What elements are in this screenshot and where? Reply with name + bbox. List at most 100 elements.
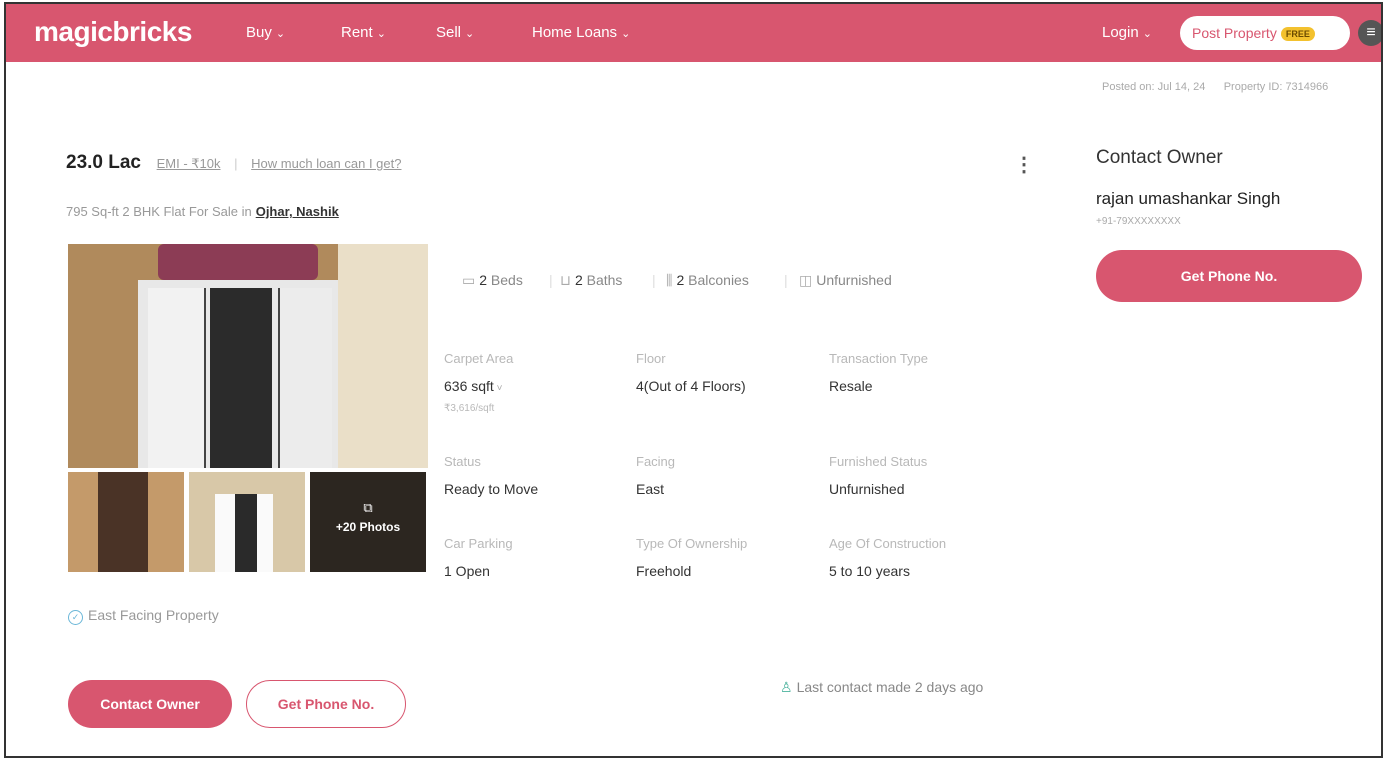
beds-value: 2 — [479, 272, 488, 288]
loan-link[interactable]: How much loan can I get? — [251, 156, 401, 171]
wardrobe-door-right — [278, 288, 332, 468]
balcony-icon: ⫼ — [666, 272, 673, 288]
free-badge: FREE — [1280, 27, 1315, 42]
price: 23.0 Lac — [66, 152, 141, 173]
post-property-label: Post Property — [1192, 25, 1277, 41]
detail-label: Furnished Status — [829, 454, 928, 469]
amenity-baths: ⊔ 2 Baths — [560, 272, 622, 289]
owner-phone: +91-79XXXXXXXX — [1096, 216, 1181, 227]
chevron-down-icon: ⌄ — [465, 28, 475, 40]
facing-tag-label: East Facing Property — [88, 607, 219, 623]
balconies-value: 2 — [676, 272, 685, 288]
get-phone-button[interactable]: Get Phone No. — [246, 680, 406, 728]
more-photos-thumbnail[interactable]: ⧉ +20 Photos — [310, 472, 426, 572]
detail-value: 1 Open — [444, 563, 490, 579]
nav-sell[interactable]: Sell ⌄ — [436, 24, 474, 41]
photo-bags — [158, 244, 318, 280]
wardrobe-door-left — [148, 288, 206, 468]
magicbricks-logo[interactable]: magicbricks — [34, 16, 192, 48]
photo-wardrobe — [138, 280, 338, 468]
facing-tag: ✓ East Facing Property — [68, 607, 219, 625]
posted-date: Posted on: Jul 14, 24 — [1102, 81, 1206, 93]
wardrobe-door-mirror — [210, 288, 272, 468]
nav-home-loans-label: Home Loans — [532, 24, 618, 41]
property-id: Property ID: 7314966 — [1223, 81, 1329, 93]
detail-label: Floor — [636, 351, 666, 366]
baths-label: Baths — [586, 272, 623, 288]
detail-label: Age Of Construction — [829, 536, 947, 551]
detail-value: 4(Out of 4 Floors) — [636, 378, 746, 394]
carpet-area-value: 636 sqft — [444, 378, 494, 394]
bed-icon: ▭ — [462, 272, 476, 288]
top-navbar: magicbricks Buy ⌄ Rent ⌄ Sell ⌄ Home Loans ⌄… — [6, 4, 1381, 62]
main-photo[interactable] — [68, 244, 428, 468]
detail-label: Type Of Ownership — [636, 536, 748, 551]
nav-home-loans[interactable]: Home Loans ⌄ — [532, 24, 630, 41]
nav-rent[interactable]: Rent ⌄ — [341, 24, 386, 41]
chevron-down-icon: ⌄ — [275, 28, 286, 40]
nav-buy[interactable]: Buy ⌄ — [246, 24, 285, 41]
photos-count: +20 Photos — [335, 520, 401, 534]
detail-label: Car Parking — [444, 536, 513, 551]
thumbnail-content — [235, 494, 257, 572]
divider: | — [652, 272, 656, 288]
detail-value: Ready to Move — [444, 481, 539, 497]
location-link[interactable]: Ojhar, Nashik — [256, 204, 339, 219]
last-contact-text: Last contact made 2 days ago — [796, 679, 984, 695]
detail-label: Facing — [636, 454, 676, 469]
photo-wall — [338, 244, 428, 468]
gallery-icon: ⧉ — [363, 500, 373, 515]
detail-label: Carpet Area — [444, 351, 514, 366]
nav-sell-label: Sell — [436, 24, 462, 41]
contact-owner-button[interactable]: Contact Owner — [68, 680, 232, 728]
price-row: 23.0 Lac EMI - ₹10k | How much loan can … — [66, 152, 401, 174]
thumbnail-content — [98, 472, 148, 572]
thumbnail-photo[interactable] — [68, 472, 184, 572]
nav-login[interactable]: Login ⌄ — [1102, 24, 1152, 41]
last-contact: ♙ Last contact made 2 days ago — [780, 679, 983, 696]
sidebar-get-phone-button[interactable]: Get Phone No. — [1096, 250, 1362, 302]
chevron-down-icon: ⌄ — [376, 28, 386, 40]
more-options-icon[interactable]: ⋮ — [1014, 152, 1034, 177]
detail-label: Status — [444, 454, 481, 469]
emi-link[interactable]: EMI - ₹10k — [157, 156, 221, 171]
check-circle-icon: ✓ — [68, 610, 83, 625]
baths-value: 2 — [574, 272, 583, 288]
amenity-balconies: ⫼ 2 Balconies — [666, 272, 749, 289]
divider: | — [784, 272, 788, 288]
page-frame: magicbricks Buy ⌄ Rent ⌄ Sell ⌄ Home Loans ⌄… — [4, 2, 1383, 758]
bath-icon: ⊔ — [560, 272, 571, 288]
posted-meta: Posted on: Jul 14, 24 Property ID: 73149… — [1102, 81, 1328, 93]
detail-value: Resale — [829, 378, 873, 394]
detail-value: Unfurnished — [829, 481, 905, 497]
detail-value: 636 sqft ˅ — [444, 378, 502, 394]
balconies-label: Balconies — [688, 272, 749, 288]
owner-name: rajan umashankar Singh — [1096, 189, 1281, 208]
hamburger-icon[interactable]: ≡ — [1358, 20, 1381, 46]
nav-rent-label: Rent — [341, 24, 373, 41]
thumbnail-photo[interactable] — [189, 472, 305, 572]
detail-label: Transaction Type — [829, 351, 928, 366]
detail-value: Freehold — [636, 563, 692, 579]
furnishing-label: Unfurnished — [816, 272, 892, 288]
amenity-furnishing: ◫ Unfurnished — [799, 272, 892, 289]
divider: | — [549, 272, 553, 288]
photos-overlay: ⧉ +20 Photos — [310, 472, 426, 572]
furniture-icon: ◫ — [799, 272, 813, 288]
chevron-down-icon: ⌄ — [621, 28, 631, 40]
detail-value: East — [636, 481, 665, 497]
nav-login-label: Login — [1102, 24, 1139, 41]
info-chevron-icon[interactable]: ˅ — [494, 383, 503, 394]
user-icon: ♙ — [780, 679, 793, 695]
subtitle-text: 795 Sq-ft 2 BHK Flat For Sale in — [66, 204, 252, 219]
beds-label: Beds — [490, 272, 523, 288]
post-property-button[interactable]: Post Property FREE — [1180, 16, 1350, 50]
listing-subtitle: 795 Sq-ft 2 BHK Flat For Sale in Ojhar, N… — [66, 204, 339, 219]
sidebar-title: Contact Owner — [1096, 147, 1223, 168]
divider: | — [234, 156, 238, 171]
price-per-sqft: ₹3,616/sqft — [444, 403, 495, 414]
amenity-beds: ▭ 2 Beds — [462, 272, 523, 289]
detail-value: 5 to 10 years — [829, 563, 910, 579]
chevron-down-icon: ⌄ — [1142, 28, 1152, 40]
nav-buy-label: Buy — [246, 24, 272, 41]
